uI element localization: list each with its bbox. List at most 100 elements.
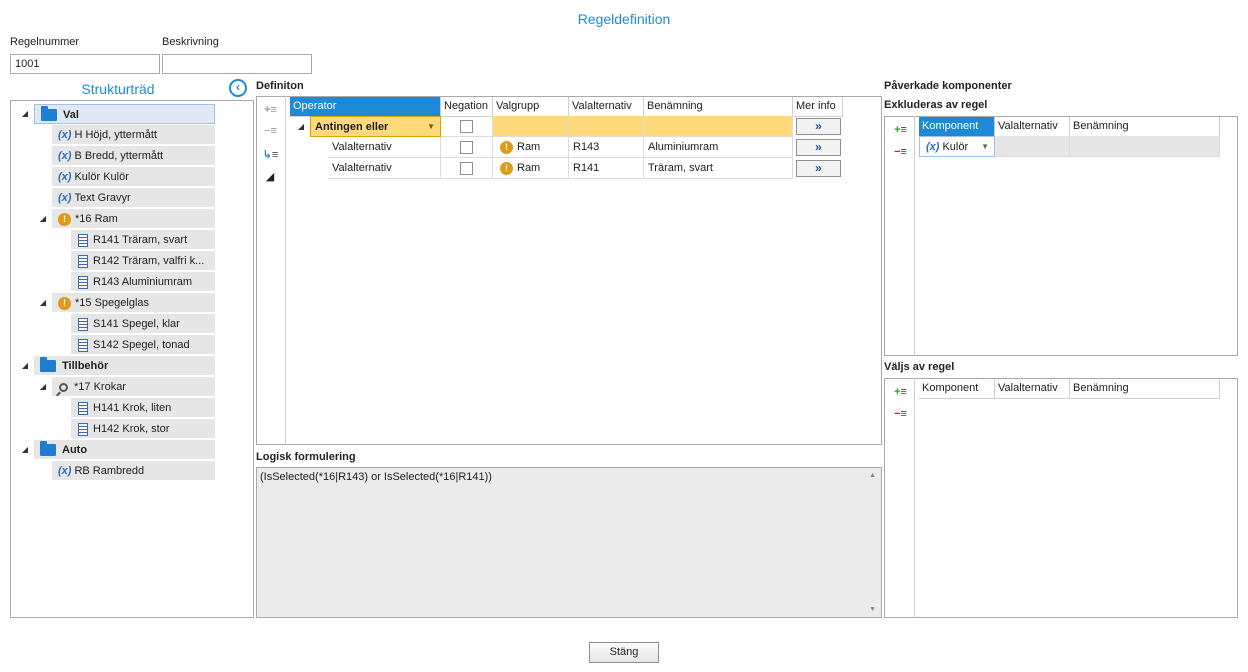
excluded-komponent-cell[interactable]: (x) Kulör ▼ (919, 136, 995, 157)
close-button[interactable]: Stäng (589, 642, 659, 663)
variable-icon: (x) (58, 171, 72, 183)
add-row-icon[interactable]: +≡ (261, 104, 279, 118)
tree-item-label: H141 Krok, liten (93, 402, 172, 414)
valgrupp-cell[interactable] (493, 116, 569, 137)
dropdown-icon[interactable]: ▼ (981, 137, 989, 156)
benamning-cell[interactable]: Träram, svart (644, 158, 793, 179)
tree-item-label: *16 Ram (75, 213, 118, 225)
variable-icon: (x) (58, 192, 72, 204)
tree-item-label: *17 Krokar (74, 381, 126, 393)
tree-expander-icon[interactable]: ◢ (20, 109, 30, 119)
tree-item[interactable]: R141 Träram, svart (71, 230, 215, 250)
remove-excluded-icon[interactable]: −≡ (891, 146, 909, 160)
add-selected-icon[interactable]: +≡ (891, 386, 909, 400)
tree-item[interactable]: (x) H Höjd, yttermått (52, 125, 215, 145)
excluded-col-benamning[interactable]: Benämning (1070, 117, 1220, 137)
remove-row-icon[interactable]: −≡ (261, 125, 279, 139)
valalternativ-cell[interactable]: R143 (569, 137, 644, 158)
row-expander-icon[interactable]: ◢ (296, 122, 306, 132)
tree-item[interactable]: (x) Kulör Kulör (52, 167, 215, 187)
col-benamning[interactable]: Benämning (644, 97, 793, 117)
rule-number-field[interactable]: 1001 (10, 54, 160, 74)
indent-row-icon[interactable]: ↳≡ (261, 148, 279, 162)
table-row[interactable]: Antingen eller ▼ (310, 116, 441, 137)
benamning-cell[interactable] (644, 116, 793, 137)
excluded-toolbar-divider (914, 116, 915, 356)
tree-item[interactable]: ! *16 Ram (52, 209, 215, 229)
tree-expander-icon[interactable]: ◢ (38, 214, 48, 224)
benamning-cell[interactable]: Aluminiumram (644, 137, 793, 158)
more-info-button[interactable]: » (796, 118, 841, 135)
logic-textarea[interactable]: (IsSelected(*16|R143) or IsSelected(*16|… (256, 467, 882, 618)
scroll-up-icon[interactable]: ▲ (864, 472, 881, 479)
tree-item[interactable]: R143 Aluminiumram (71, 272, 215, 292)
tree-item[interactable]: (x) Text Gravyr (52, 188, 215, 208)
tree-item[interactable]: Val (34, 104, 215, 124)
edit-rule-icon[interactable]: ◢ (261, 170, 279, 184)
valgrupp-label: Ram (517, 162, 541, 174)
tree-item[interactable]: Tillbehör (34, 356, 215, 376)
tree-item[interactable]: S142 Spegel, tonad (71, 335, 215, 355)
col-negation[interactable]: Negation (441, 97, 493, 117)
table-row[interactable]: Valalternativ (328, 137, 441, 158)
tree-item[interactable]: H141 Krok, liten (71, 398, 215, 418)
option-document-icon (78, 254, 88, 268)
col-mer-info[interactable]: Mer info (793, 97, 843, 117)
negation-checkbox[interactable] (460, 140, 473, 154)
excluded-valalternativ-cell[interactable] (995, 136, 1070, 157)
tree-item-label: Val (63, 109, 79, 121)
description-field[interactable] (162, 54, 312, 74)
excluded-col-komponent[interactable]: Komponent (919, 117, 995, 137)
negation-cell[interactable] (441, 116, 493, 137)
tree-item-label: Auto (62, 444, 88, 456)
tree-item[interactable]: S141 Spegel, klar (71, 314, 215, 334)
description-label: Beskrivning (162, 36, 219, 48)
scroll-down-icon[interactable]: ▼ (864, 606, 881, 613)
valalternativ-cell[interactable]: R141 (569, 158, 644, 179)
negation-checkbox[interactable] (460, 119, 473, 133)
more-info-button[interactable]: » (796, 160, 841, 177)
tree-expander-icon[interactable]: ◢ (38, 298, 48, 308)
tree-item[interactable]: R142 Träram, valfri k... (71, 251, 215, 271)
negation-cell[interactable] (441, 158, 493, 179)
tree-expander-icon[interactable]: ◢ (20, 361, 30, 371)
logic-scrollbar[interactable]: ▲ ▼ (864, 468, 881, 617)
excluded-col-valalternativ[interactable]: Valalternativ (995, 117, 1070, 137)
col-operator[interactable]: Operator (290, 97, 441, 117)
warning-icon: ! (500, 140, 513, 154)
tree-item[interactable]: H142 Krok, stor (71, 419, 215, 439)
valgrupp-cell[interactable]: ! Ram (493, 137, 569, 158)
selected-grid (884, 378, 1238, 618)
valgrupp-cell[interactable]: ! Ram (493, 158, 569, 179)
selected-col-valalternativ[interactable]: Valalternativ (995, 379, 1070, 399)
tree-item-label: RB Rambredd (74, 465, 145, 477)
tree-expander-icon[interactable]: ◢ (20, 445, 30, 455)
negation-cell[interactable] (441, 137, 493, 158)
excluded-benamning-cell[interactable] (1070, 136, 1220, 157)
tree-item-label: S142 Spegel, tonad (93, 339, 190, 351)
selected-col-komponent[interactable]: Komponent (919, 379, 995, 399)
excluded-title: Exkluderas av regel (884, 99, 988, 111)
add-excluded-icon[interactable]: +≡ (891, 124, 909, 138)
tree-item[interactable]: ! *15 Spegelglas (52, 293, 215, 313)
tree-item[interactable]: (x) B Bredd, yttermått (52, 146, 215, 166)
dropdown-icon[interactable]: ▼ (427, 117, 435, 136)
tree-expander-icon[interactable]: ◢ (38, 382, 48, 392)
tree-item-label: R143 Aluminiumram (93, 276, 193, 288)
negation-checkbox[interactable] (460, 161, 473, 175)
folder-icon (41, 106, 57, 122)
col-valalternativ[interactable]: Valalternativ (569, 97, 644, 117)
col-valgrupp[interactable]: Valgrupp (493, 97, 569, 117)
tree-item[interactable]: *17 Krokar (52, 377, 215, 397)
remove-selected-icon[interactable]: −≡ (891, 408, 909, 422)
more-info-button[interactable]: » (796, 139, 841, 156)
valalternativ-cell[interactable] (569, 116, 644, 137)
table-row[interactable]: Valalternativ (328, 158, 441, 179)
collapse-panel-icon[interactable]: ‹ (229, 79, 247, 97)
selected-title: Väljs av regel (884, 361, 955, 373)
logic-title: Logisk formulering (256, 451, 356, 463)
selected-col-benamning[interactable]: Benämning (1070, 379, 1220, 399)
tree-item[interactable]: Auto (34, 440, 215, 460)
folder-icon (40, 441, 56, 457)
tree-item[interactable]: (x) RB Rambredd (52, 461, 215, 481)
